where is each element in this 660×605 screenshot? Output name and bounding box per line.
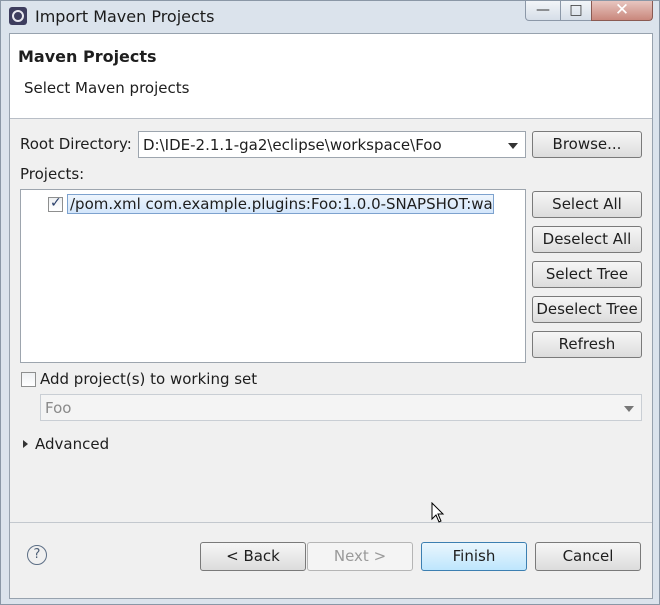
deselect-tree-button[interactable]: Deselect Tree (532, 296, 642, 323)
footer-divider (10, 522, 652, 523)
minimize-icon: — (536, 2, 550, 18)
next-button[interactable]: Next > (307, 542, 413, 571)
root-directory-label: Root Directory: (20, 135, 132, 153)
root-directory-combo[interactable]: D:\IDE-2.1.1-ga2\eclipse\workspace\Foo (138, 131, 526, 158)
page-title: Maven Projects (18, 47, 157, 66)
working-set-value: Foo (45, 399, 72, 417)
close-button[interactable]: ✕ (591, 1, 653, 21)
dialog-body: Maven Projects Select Maven projects Roo… (9, 33, 653, 599)
minimize-button[interactable]: — (525, 1, 561, 21)
maximize-button[interactable]: □ (560, 1, 592, 21)
project-item[interactable]: /pom.xml com.example.plugins:Foo:1.0.0-S… (67, 194, 494, 214)
window-title: Import Maven Projects (35, 7, 215, 26)
wizard-banner: Maven Projects Select Maven projects (10, 34, 652, 119)
title-bar[interactable]: Import Maven Projects — □ ✕ (1, 1, 659, 33)
page-description: Select Maven projects (24, 79, 190, 97)
advanced-section-label[interactable]: Advanced (35, 435, 109, 453)
projects-label: Projects: (20, 165, 85, 183)
working-set-combo: Foo (40, 394, 642, 421)
cancel-button[interactable]: Cancel (535, 542, 641, 571)
root-directory-value: D:\IDE-2.1.1-ga2\eclipse\workspace\Foo (143, 136, 442, 154)
finish-button[interactable]: Finish (421, 542, 527, 571)
select-all-button[interactable]: Select All (532, 191, 642, 218)
maximize-icon: □ (569, 2, 583, 18)
projects-tree[interactable]: ✓ /pom.xml com.example.plugins:Foo:1.0.0… (20, 189, 526, 363)
project-checkbox[interactable]: ✓ (48, 195, 63, 212)
expand-arrow-icon[interactable] (23, 440, 28, 448)
dropdown-arrow-icon (624, 406, 634, 412)
import-maven-dialog: Import Maven Projects — □ ✕ Maven Projec… (0, 0, 660, 605)
browse-button[interactable]: Browse... (532, 131, 642, 158)
eclipse-app-icon (9, 7, 27, 25)
checkmark-icon: ✓ (50, 195, 62, 211)
select-tree-button[interactable]: Select Tree (532, 261, 642, 288)
help-icon[interactable]: ? (27, 545, 47, 565)
close-icon: ✕ (614, 0, 630, 20)
working-set-label[interactable]: Add project(s) to working set (40, 370, 257, 388)
refresh-button[interactable]: Refresh (532, 331, 642, 358)
back-button[interactable]: < Back (200, 542, 306, 571)
deselect-all-button[interactable]: Deselect All (532, 226, 642, 253)
dropdown-arrow-icon[interactable] (508, 143, 518, 149)
working-set-checkbox[interactable] (21, 372, 36, 387)
